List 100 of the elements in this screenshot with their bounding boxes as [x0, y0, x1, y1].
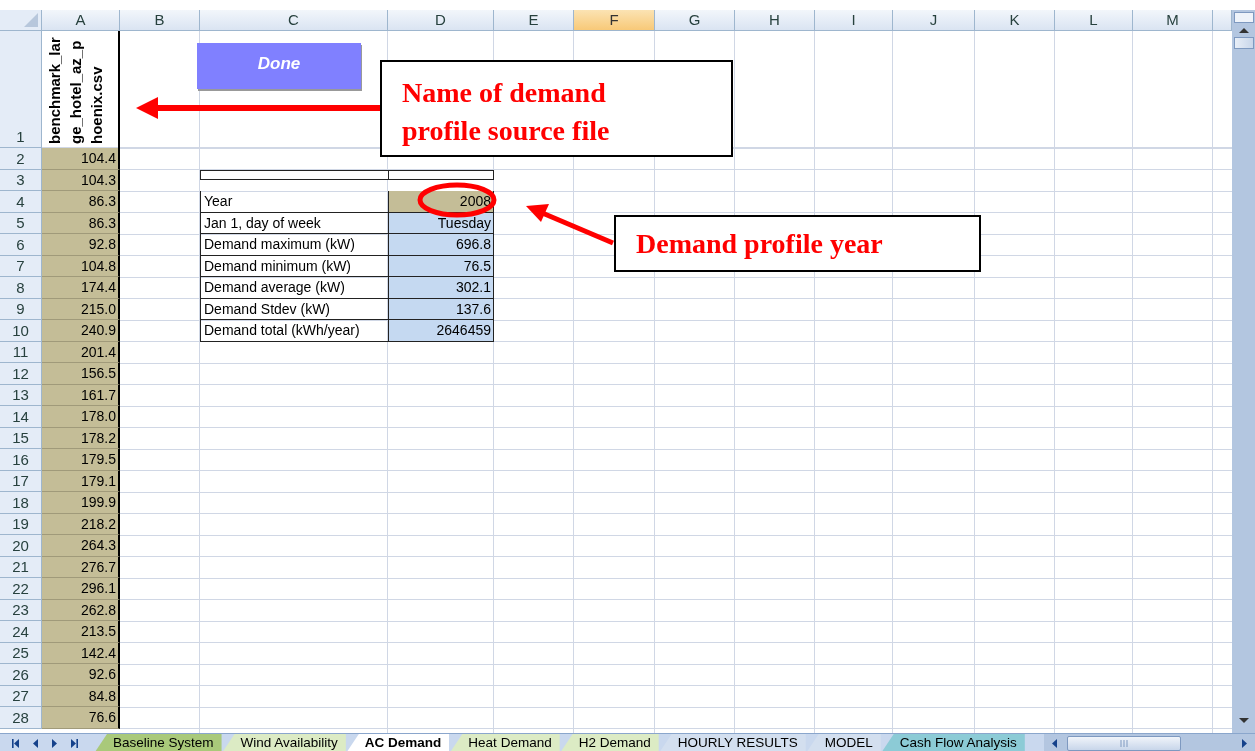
table-cell: 276.7	[42, 556, 120, 578]
row-header[interactable]: 7	[0, 255, 42, 277]
sheet-tab[interactable]: HOURLY RESULTS	[659, 734, 806, 751]
row-header[interactable]: 17	[0, 470, 42, 492]
row-header[interactable]: 16	[0, 449, 42, 471]
column-header[interactable]: K	[975, 10, 1055, 31]
row-header[interactable]: 19	[0, 513, 42, 535]
table-cell: Demand minimum (kW)	[200, 255, 388, 277]
scroll-down-icon[interactable]	[1237, 717, 1250, 725]
table-cell: Demand Stdev (kW)	[200, 298, 388, 320]
previous-sheet-icon[interactable]	[31, 737, 40, 749]
table-cell: Demand total (kWh/year)	[200, 320, 388, 342]
table-cell: 178.2	[42, 427, 120, 449]
row-header[interactable]: 25	[0, 642, 42, 664]
row-header[interactable]: 11	[0, 341, 42, 363]
table-cell: 174.4	[42, 277, 120, 299]
triangle-icon	[24, 13, 38, 27]
scroll-right-icon[interactable]	[1240, 737, 1249, 749]
table-cell: 179.5	[42, 449, 120, 471]
row-header[interactable]: 6	[0, 234, 42, 256]
sheet-tab[interactable]: AC Demand	[346, 734, 450, 751]
row-header[interactable]: 1	[0, 31, 42, 148]
table-cell: 213.5	[42, 621, 120, 643]
table-cell: 302.1	[388, 277, 494, 299]
row-header[interactable]: 22	[0, 578, 42, 600]
scroll-left-icon[interactable]	[1050, 737, 1059, 749]
row-header[interactable]: 10	[0, 320, 42, 342]
table-cell: Jan 1, day of week	[200, 212, 388, 234]
row-header[interactable]: 9	[0, 298, 42, 320]
column-header[interactable]: M	[1133, 10, 1213, 31]
column-header[interactable]: L	[1055, 10, 1133, 31]
sheet-tab[interactable]: MODEL	[806, 734, 881, 751]
table-cell: 199.9	[42, 492, 120, 514]
table-cell: 178.0	[42, 406, 120, 428]
table-cell: Demand average (kW)	[200, 277, 388, 299]
table-cell: 76.5	[388, 255, 494, 277]
table-cell: 142.4	[42, 642, 120, 664]
table-cell: 218.2	[42, 513, 120, 535]
last-sheet-icon[interactable]	[69, 737, 78, 749]
row-header[interactable]: 23	[0, 599, 42, 621]
table-cell: 262.8	[42, 599, 120, 621]
scroll-up-icon[interactable]	[1237, 26, 1250, 34]
table-cell: 161.7	[42, 384, 120, 406]
table-cell: 84.8	[42, 685, 120, 707]
row-header[interactable]: 2	[0, 148, 42, 170]
header-cell-text: benchmark_large_hotel_az_phoenix.csv	[45, 36, 106, 144]
scroll-thumb[interactable]	[1233, 37, 1254, 49]
next-sheet-icon[interactable]	[50, 737, 59, 749]
table-cell: 92.6	[42, 664, 120, 686]
split-handle[interactable]	[1233, 12, 1254, 23]
table-cell: 240.9	[42, 320, 120, 342]
table-cell: 92.8	[42, 234, 120, 256]
row-header[interactable]: 14	[0, 406, 42, 428]
sheet-tab[interactable]: Heat Demand	[450, 734, 560, 751]
row-header[interactable]: 15	[0, 427, 42, 449]
row-header[interactable]: 8	[0, 277, 42, 299]
table-cell: 104.3	[42, 169, 120, 191]
callout-text: Demand profile year	[636, 228, 883, 259]
row-header[interactable]: 26	[0, 664, 42, 686]
column-header[interactable]: H	[735, 10, 815, 31]
first-sheet-icon[interactable]	[12, 737, 21, 749]
table-cell: Demand maximum (kW)	[200, 234, 388, 256]
column-header[interactable]: G	[655, 10, 735, 31]
row-header[interactable]: 13	[0, 384, 42, 406]
row-header[interactable]: 24	[0, 621, 42, 643]
sheet-tab[interactable]: H2 Demand	[560, 734, 659, 751]
row-header[interactable]: 4	[0, 191, 42, 213]
table-cell: 264.3	[42, 535, 120, 557]
sheet-tab[interactable]: Baseline System	[95, 734, 222, 751]
row-header[interactable]: 20	[0, 535, 42, 557]
row-header[interactable]: 28	[0, 707, 42, 729]
table-cell: 104.4	[42, 148, 120, 170]
column-header[interactable]: C	[200, 10, 388, 31]
column-header[interactable]: I	[815, 10, 893, 31]
table-cell: 296.1	[42, 578, 120, 600]
column-header[interactable]: A	[42, 10, 120, 31]
column-header[interactable]: D	[388, 10, 494, 31]
table-cell: 86.3	[42, 212, 120, 234]
table-cell: 86.3	[42, 191, 120, 213]
sheet-tab[interactable]: Cash Flow Analysis	[881, 734, 1025, 751]
callout-text: Name of demand profile source file	[402, 76, 611, 148]
row-header[interactable]: 5	[0, 212, 42, 234]
table-cell: 179.1	[42, 470, 120, 492]
scroll-thumb[interactable]	[1067, 735, 1181, 751]
table-cell: Year	[200, 191, 388, 213]
row-header[interactable]: 18	[0, 492, 42, 514]
column-header[interactable]: F	[574, 10, 655, 31]
column-header[interactable]: J	[893, 10, 975, 31]
table-cell: 76.6	[42, 707, 120, 729]
column-header[interactable]: B	[120, 10, 200, 31]
table-cell: 2646459	[388, 320, 494, 342]
table-cell: 201.4	[42, 341, 120, 363]
row-header[interactable]: 3	[0, 169, 42, 191]
row-header[interactable]: 12	[0, 363, 42, 385]
row-header[interactable]: 27	[0, 685, 42, 707]
table-cell: 696.8	[388, 234, 494, 256]
row-header[interactable]: 21	[0, 556, 42, 578]
column-header[interactable]: E	[494, 10, 574, 31]
table-cell: 215.0	[42, 298, 120, 320]
sheet-tab[interactable]: Wind Availability	[222, 734, 346, 751]
